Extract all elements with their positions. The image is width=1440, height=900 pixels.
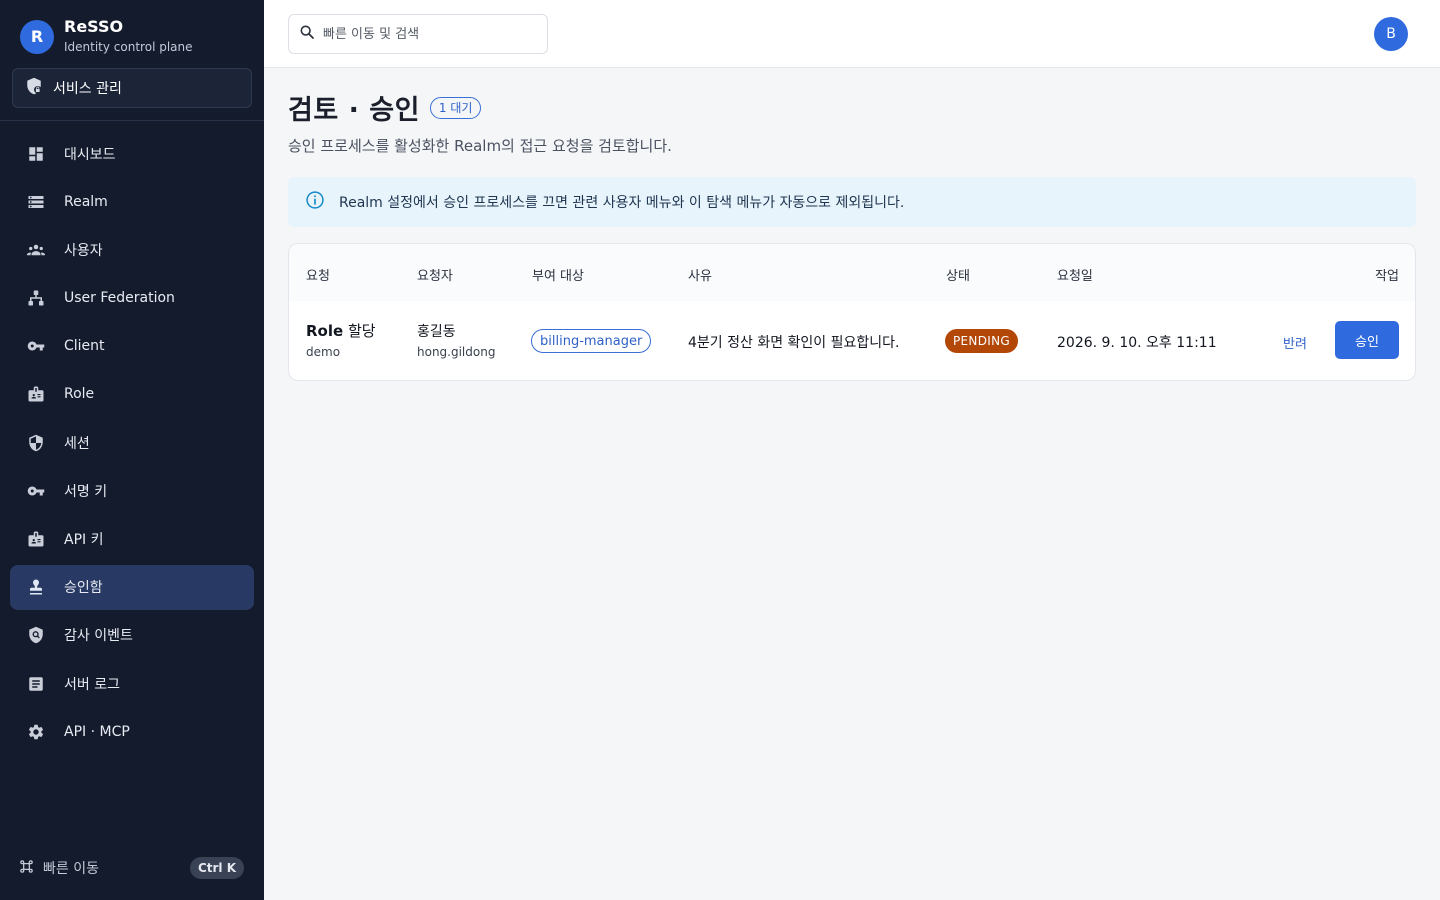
shield-icon [26,433,46,453]
column-header-date: 요청일 [1057,269,1093,284]
request-date: 2026. 9. 10. 오후 11:11 [1057,335,1217,351]
sidebar-nav: 대시보드 Realm 사용자 User Federation Client Ro… [10,131,254,757]
requester-id: hong.gildong [417,345,496,359]
table-row: Role 할당 demo 홍길동 hong.gildong billing-ma… [289,301,1415,380]
target-cell: billing-manager [531,329,652,353]
sidebar-item-realm[interactable]: Realm [10,179,254,224]
service-management-button[interactable]: 서비스 관리 [12,68,252,108]
sidebar-item-api-mcp[interactable]: API · MCP [10,709,254,754]
gear-icon [26,722,46,742]
hierarchy-icon [26,288,46,308]
brand-name: ReSSO [64,17,124,36]
request-realm: demo [306,345,341,359]
sidebar-item-label: 서명 키 [64,483,108,500]
page-title: 검토 · 승인 [288,95,420,126]
sidebar-item-label: 사용자 [64,242,103,259]
info-alert: Realm 설정에서 승인 프로세스를 끄면 관련 사용자 메뉴와 이 탐색 메… [288,177,1416,227]
requests-table: 요청 요청자 부여 대상 사유 상태 요청일 작업 Role 할당 demo 홍… [288,243,1416,381]
shield-lock-icon [25,77,43,99]
column-header-status: 상태 [946,269,970,284]
dashboard-icon [26,144,46,164]
sidebar-item-users[interactable]: 사용자 [10,227,254,272]
info-text: Realm 설정에서 승인 프로세스를 끄면 관련 사용자 메뉴와 이 탐색 메… [339,195,905,211]
reason-text: 4분기 정산 화면 확인이 필요합니다. [688,335,900,351]
sidebar-item-server-logs[interactable]: 서버 로그 [10,661,254,706]
page-header: 검토 · 승인 1 대기 승인 프로세스를 활성화한 Realm의 접근 요청을… [288,88,672,156]
sidebar-item-client[interactable]: Client [10,324,254,369]
sidebar-item-role[interactable]: Role [10,372,254,417]
key-icon [26,336,46,356]
date-cell: 2026. 9. 10. 오후 11:11 [1057,332,1217,352]
status-badge: PENDING [945,329,1018,353]
request-cell: Role 할당 demo [306,320,376,359]
status-cell: PENDING [945,329,1018,353]
column-header-target: 부여 대상 [532,269,584,284]
search-box[interactable] [288,14,548,54]
request-type: Role 할당 [306,320,376,341]
key-icon [26,481,46,501]
badge-icon [26,529,46,549]
sidebar-item-sessions[interactable]: 세션 [10,420,254,465]
sidebar-item-label: User Federation [64,290,175,307]
badge-icon [26,384,46,404]
column-header-reason: 사유 [688,269,712,284]
approve-button[interactable]: 승인 [1335,321,1399,359]
command-icon [18,858,35,879]
sidebar-item-label: Client [64,338,105,355]
topbar: B [264,0,1440,68]
sidebar-item-approvals[interactable]: 승인함 [10,564,254,610]
storage-icon [26,192,46,212]
requester-name: 홍길동 [417,324,456,340]
reject-button[interactable]: 반려 [1283,333,1307,352]
search-icon [299,24,315,44]
reject-button-label: 반려 [1283,337,1307,352]
page-subtitle: 승인 프로세스를 활성화한 Realm의 접근 요청을 검토합니다. [288,137,672,155]
request-type-bold: Role [306,322,344,340]
pending-count-badge: 1 대기 [429,96,482,119]
sidebar-item-audit-events[interactable]: 감사 이벤트 [10,613,254,658]
sidebar-item-label: Realm [64,193,108,210]
approve-button-wrap: 승인 [1335,321,1399,359]
brand[interactable]: R ReSSO Identity control plane [20,17,193,56]
sidebar-item-label: 서버 로그 [64,676,120,693]
sidebar-item-label: 승인함 [64,580,103,597]
sidebar-item-dashboard[interactable]: 대시보드 [10,131,254,176]
sidebar-item-user-federation[interactable]: User Federation [10,276,254,321]
service-management-label: 서비스 관리 [53,81,122,97]
sidebar-item-label: Role [64,386,95,403]
search-input[interactable] [323,26,533,42]
avatar[interactable]: B [1374,17,1408,51]
sidebar-item-label: API · MCP [64,723,130,740]
quick-jump-label: 빠른 이동 [43,861,99,877]
reason-cell: 4분기 정산 화면 확인이 필요합니다. [688,332,899,352]
sidebar: R ReSSO Identity control plane 서비스 관리 대시… [0,0,264,900]
sidebar-item-label: API 키 [64,532,104,548]
audit-shield-icon [26,625,46,645]
quick-jump[interactable]: 빠른 이동 Ctrl K [18,856,244,880]
info-icon [305,190,325,214]
approval-stamp-icon [26,577,46,597]
shortcut-badge: Ctrl K [189,857,244,879]
people-icon [26,240,46,260]
article-icon [26,674,46,694]
column-header-requester: 요청자 [417,269,453,284]
table-header: 요청 요청자 부여 대상 사유 상태 요청일 작업 [289,244,1415,301]
sidebar-divider [0,120,264,121]
requester-cell: 홍길동 hong.gildong [417,321,495,359]
sidebar-item-api-keys[interactable]: API 키 [10,517,254,562]
sidebar-item-label: 감사 이벤트 [64,628,133,645]
sidebar-item-signing-keys[interactable]: 서명 키 [10,468,254,513]
column-header-actions: 작업 [1375,269,1399,284]
brand-logo: R [20,19,54,54]
sidebar-item-label: 대시보드 [64,146,116,163]
request-type-rest: 할당 [343,322,376,340]
brand-subtitle: Identity control plane [64,40,193,54]
target-chip: billing-manager [531,329,652,353]
sidebar-item-label: 세션 [64,435,90,452]
column-header-request: 요청 [306,269,330,284]
